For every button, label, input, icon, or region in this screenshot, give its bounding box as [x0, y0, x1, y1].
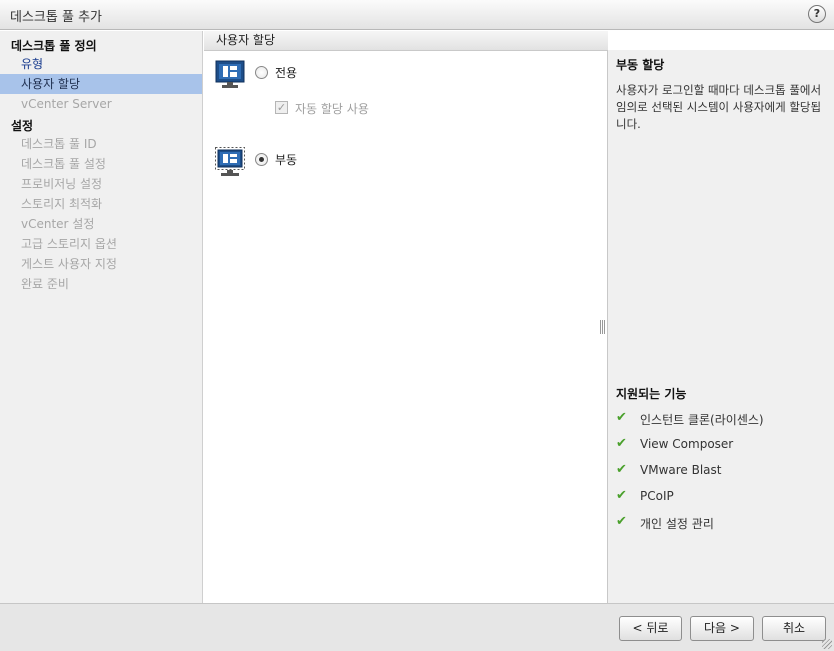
check-icon: ✔ — [616, 436, 627, 451]
feature-item: ✔ PCoIP — [616, 488, 831, 506]
feature-label: 개인 설정 관리 — [640, 517, 714, 531]
sidebar-item-type[interactable]: 유형 — [0, 54, 202, 74]
dialog-title: 데스크톱 풀 추가 — [10, 10, 102, 25]
dedicated-pool-icon — [215, 60, 245, 88]
check-icon: ✔ — [616, 514, 627, 529]
supported-features-title: 지원되는 기능 — [616, 387, 687, 401]
sidebar-heading-settings: 설정 — [11, 119, 34, 133]
dedicated-radio[interactable] — [255, 66, 268, 79]
feature-label: 인스턴트 클론(라이센스) — [640, 413, 764, 427]
main-panel: 사용자 할당 전용 ✓ 자동 할당 사용 부동 — [204, 31, 608, 603]
next-button[interactable]: 다음 > — [690, 616, 754, 641]
check-icon: ✔ — [616, 410, 627, 425]
feature-item: ✔ VMware Blast — [616, 462, 831, 480]
sidebar-item-vcenter-server: vCenter Server — [21, 97, 112, 111]
resize-grip-icon[interactable] — [822, 639, 832, 649]
feature-item: ✔ View Composer — [616, 436, 831, 454]
cancel-button[interactable]: 취소 — [762, 616, 826, 641]
section-title: 사용자 할당 — [204, 31, 608, 51]
floating-pool-icon — [215, 147, 245, 176]
wizard-sidebar: 데스크톱 풀 정의 유형 사용자 할당 vCenter Server 설정 데스… — [0, 31, 203, 603]
check-icon: ✔ — [616, 462, 627, 477]
help-title: 부동 할당 — [616, 58, 665, 72]
feature-label: View Composer — [640, 437, 734, 451]
dialog-footer: < 뒤로 다음 > 취소 — [0, 603, 834, 651]
back-button[interactable]: < 뒤로 — [619, 616, 682, 641]
auto-assign-label: 자동 할당 사용 — [295, 102, 369, 116]
sidebar-item-vcenter-settings: vCenter 설정 — [21, 217, 95, 231]
sidebar-item-pool-id: 데스크톱 풀 ID — [21, 137, 97, 151]
floating-label: 부동 — [275, 153, 298, 167]
feature-item: ✔ 개인 설정 관리 — [616, 514, 831, 532]
help-icon[interactable]: ? — [808, 5, 826, 23]
feature-label: VMware Blast — [640, 463, 722, 477]
help-panel: 부동 할당 사용자가 로그인할 때마다 데스크톱 풀에서 임의로 선택된 시스템… — [607, 50, 834, 603]
check-icon: ✔ — [616, 488, 627, 503]
sidebar-item-provisioning-settings: 프로비저닝 설정 — [21, 177, 103, 191]
dialog-title-bar: 데스크톱 풀 추가 ? — [0, 0, 834, 30]
sidebar-heading-pool-definition: 데스크톱 풀 정의 — [11, 39, 97, 53]
sidebar-item-storage-optimization: 스토리지 최적화 — [21, 197, 103, 211]
feature-label: PCoIP — [640, 489, 674, 503]
auto-assign-checkbox: ✓ — [275, 101, 288, 114]
help-description: 사용자가 로그인할 때마다 데스크톱 풀에서 임의로 선택된 시스템이 사용자에… — [616, 83, 822, 131]
sidebar-item-guest-customization: 게스트 사용자 지정 — [21, 257, 117, 271]
sidebar-item-user-assignment[interactable]: 사용자 할당 — [0, 74, 202, 94]
sidebar-item-advanced-storage: 고급 스토리지 옵션 — [21, 237, 117, 251]
sidebar-item-ready-to-complete: 완료 준비 — [21, 277, 69, 291]
floating-radio[interactable] — [255, 153, 268, 166]
sidebar-item-pool-settings: 데스크톱 풀 설정 — [21, 157, 106, 171]
pane-splitter-handle[interactable] — [600, 320, 605, 334]
dedicated-label: 전용 — [275, 66, 298, 80]
feature-item: ✔ 인스턴트 클론(라이센스) — [616, 410, 831, 428]
